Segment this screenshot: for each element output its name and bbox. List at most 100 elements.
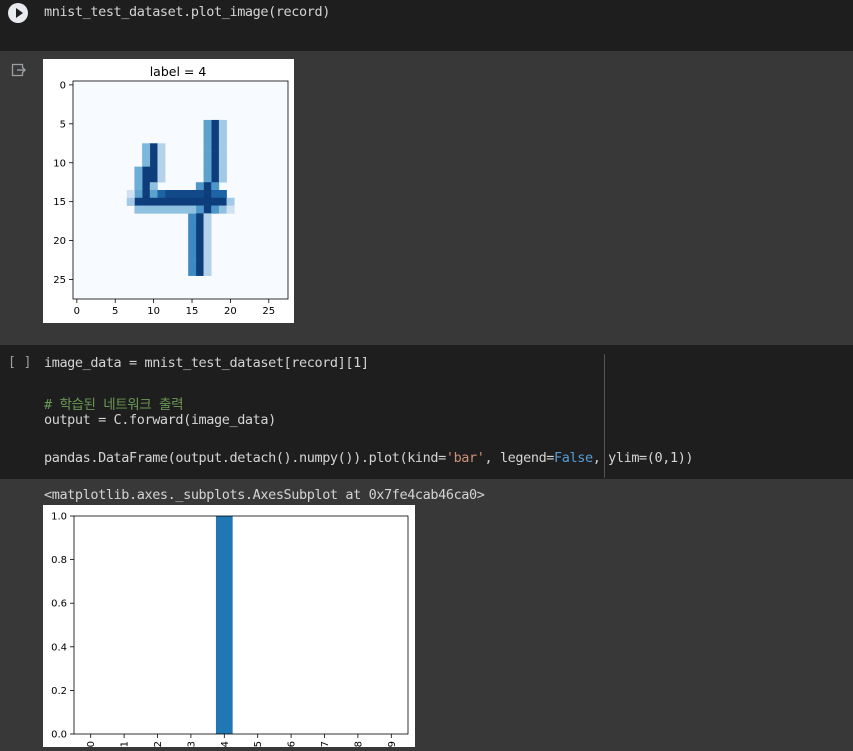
image-pixel	[126, 190, 135, 199]
image-pixel	[188, 221, 197, 230]
image-pixel	[195, 244, 204, 253]
image-pixel	[203, 127, 212, 136]
y-tick-label: 0.8	[51, 555, 67, 566]
image-pixel	[157, 158, 166, 167]
image-pixel	[142, 182, 151, 191]
image-pixel	[203, 221, 212, 230]
image-pixel	[211, 190, 220, 199]
image-pixel	[218, 135, 227, 144]
image-pixel	[188, 228, 197, 238]
image-pixel	[203, 119, 212, 129]
image-pixel	[203, 174, 212, 183]
image-pixel	[203, 252, 212, 261]
image-pixel	[157, 166, 166, 175]
image-pixel	[195, 260, 204, 269]
code-segment: , legend=	[484, 450, 555, 466]
image-pixel	[134, 182, 143, 191]
code-keyword: False	[554, 450, 593, 466]
image-pixel	[218, 151, 227, 160]
code-comment[interactable]: # 학습된 네트워크 출력	[44, 393, 183, 413]
chart-frame	[73, 515, 409, 735]
image-pixel	[203, 205, 212, 214]
image-pixel	[211, 127, 220, 136]
image-pixel	[149, 151, 158, 160]
y-tick-label: 15	[53, 197, 66, 208]
run-cell-button[interactable]	[8, 3, 28, 23]
image-pixel	[203, 143, 212, 152]
x-tick-label: 6	[287, 741, 298, 747]
image-pixel	[134, 174, 143, 183]
bar	[215, 516, 233, 734]
image-pixel	[203, 228, 212, 238]
image-pixel	[211, 143, 220, 152]
image-pixel	[142, 143, 151, 152]
y-tick-label: 0.6	[51, 599, 67, 610]
image-pixel	[203, 260, 212, 269]
image-pixel	[218, 143, 227, 152]
image-pixel	[142, 158, 151, 167]
play-icon	[16, 8, 23, 18]
x-tick-label: 8	[353, 741, 364, 747]
image-pixel	[188, 197, 197, 206]
x-tick-label: 5	[112, 306, 118, 317]
image-pixel	[134, 190, 143, 199]
code-cell-1[interactable]: mnist_test_dataset.plot_image(record)	[0, 0, 853, 51]
image-pixel	[203, 267, 212, 276]
image-pixel	[211, 166, 220, 175]
digit-image-svg: label = 4 0 5 10 15 20 25 0 5 10 15 20 25	[53, 64, 289, 317]
image-pixel	[195, 190, 204, 199]
y-tick-label: 0.2	[51, 686, 67, 697]
image-pixel	[149, 182, 158, 191]
image-pixel	[195, 205, 204, 214]
image-pixel	[142, 166, 151, 175]
y-tick-label: 10	[53, 158, 66, 169]
image-pixel	[157, 205, 166, 214]
code-line[interactable]: output = C.forward(image_data)	[44, 412, 276, 428]
image-pixel	[211, 174, 220, 183]
image-pixel	[134, 166, 143, 175]
image-pixel	[142, 151, 151, 160]
image-pixel	[195, 197, 204, 206]
x-tick-label: 9	[387, 741, 398, 747]
image-pixel	[211, 135, 220, 144]
image-pixel	[142, 197, 151, 206]
image-pixel	[203, 158, 212, 167]
image-pixel	[188, 190, 197, 199]
y-tick-label: 20	[53, 236, 66, 247]
image-pixel	[211, 197, 220, 206]
image-pixel	[142, 205, 151, 214]
image-pixel	[188, 252, 197, 261]
image-pixel	[218, 127, 227, 136]
image-pixel	[203, 135, 212, 144]
image-pixel	[218, 119, 227, 129]
image-pixel	[188, 244, 197, 253]
image-pixel	[203, 190, 212, 199]
digit-image-plot: label = 4 0 5 10 15 20 25 0 5 10 15 20 25	[43, 59, 294, 323]
image-pixel	[126, 197, 135, 206]
x-tick-label: 7	[320, 741, 331, 747]
image-pixel	[149, 166, 158, 175]
image-pixel	[157, 143, 166, 152]
image-pixel	[149, 205, 158, 214]
code-line[interactable]: image_data = mnist_test_dataset[record][…	[44, 355, 369, 371]
image-pixel	[211, 119, 220, 129]
code-string: 'bar'	[445, 450, 485, 466]
image-pixel	[211, 205, 220, 214]
code-segment: pandas.DataFrame(output.detach().numpy()…	[44, 450, 446, 466]
image-pixel	[149, 190, 158, 199]
code-line[interactable]: pandas.DataFrame(output.detach().numpy()…	[44, 450, 694, 466]
y-tick-label: 5	[60, 119, 66, 130]
image-pixel	[142, 190, 151, 199]
code-line[interactable]: mnist_test_dataset.plot_image(record)	[44, 4, 330, 20]
image-pixel	[218, 174, 227, 183]
code-segment: , ylim=(0,1))	[592, 450, 694, 466]
y-tick-label: 0	[60, 80, 66, 91]
image-pixel	[211, 151, 220, 160]
x-tick-label: 5	[253, 741, 264, 747]
image-pixel	[149, 143, 158, 152]
image-pixel	[180, 205, 189, 214]
x-tick-label: 1	[120, 741, 131, 747]
x-tick-label: 20	[224, 306, 237, 317]
image-pixel	[203, 213, 212, 222]
output-icon[interactable]	[11, 62, 27, 78]
